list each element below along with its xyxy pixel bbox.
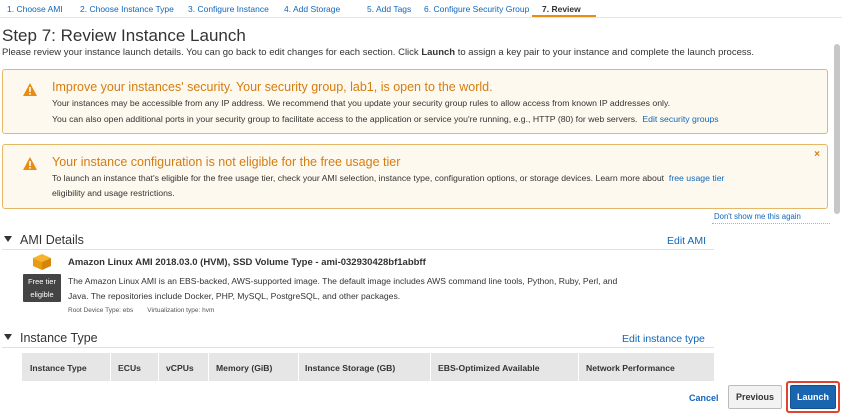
- security-warning-box: Improve your instances' security. Your s…: [2, 69, 828, 134]
- security-warning-line1: Your instances may be accessible from an…: [52, 98, 671, 108]
- previous-button[interactable]: Previous: [728, 385, 782, 409]
- cancel-link[interactable]: Cancel: [689, 393, 719, 403]
- tab-choose-instance-type[interactable]: 2. Choose Instance Type: [80, 4, 174, 14]
- column-header[interactable]: Instance Storage (GB): [305, 363, 395, 373]
- column-separator: [208, 353, 209, 381]
- virtualization-type: Virtualization type: hvm: [147, 307, 215, 314]
- column-header[interactable]: Memory (GiB): [216, 363, 272, 373]
- tab-add-storage[interactable]: 4. Add Storage: [284, 4, 340, 14]
- free-tier-badge-line1: Free tier: [28, 277, 56, 286]
- column-separator: [158, 353, 159, 381]
- close-icon[interactable]: ×: [814, 149, 820, 160]
- dont-show-divider: [712, 223, 830, 224]
- instance-type-heading-text: Instance Type: [20, 331, 98, 345]
- launch-button[interactable]: Launch: [790, 385, 836, 409]
- wizard-tabs: 1. Choose AMI 2. Choose Instance Type 3.…: [0, 0, 842, 18]
- column-separator: [298, 353, 299, 381]
- column-separator: [578, 353, 579, 381]
- column-header[interactable]: vCPUs: [166, 363, 194, 373]
- edit-instance-type-link[interactable]: Edit instance type: [622, 333, 705, 345]
- column-separator: [430, 353, 431, 381]
- page-desc-bold: Launch: [421, 47, 456, 58]
- column-header[interactable]: ECUs: [118, 363, 141, 373]
- security-warning-line2: You can also open additional ports in yo…: [52, 111, 719, 127]
- tab-add-tags[interactable]: 5. Add Tags: [367, 4, 411, 14]
- edit-ami-link[interactable]: Edit AMI: [667, 235, 706, 247]
- edit-security-groups-link[interactable]: Edit security groups: [642, 114, 718, 124]
- free-tier-badge: Free tier eligible: [23, 274, 61, 302]
- tab-choose-ami[interactable]: 1. Choose AMI: [7, 4, 63, 14]
- column-separator: [110, 353, 111, 381]
- section-divider: [2, 347, 714, 348]
- free-tier-warning-title: Your instance configuration is not eligi…: [52, 155, 401, 169]
- column-header[interactable]: EBS-Optimized Available: [438, 363, 540, 373]
- dont-show-again-link[interactable]: Don't show me this again: [714, 212, 801, 221]
- ami-description: The Amazon Linux AMI is an EBS-backed, A…: [68, 276, 618, 301]
- free-tier-warning-box: × Your instance configuration is not eli…: [2, 144, 828, 209]
- column-header[interactable]: Instance Type: [30, 363, 87, 373]
- caret-down-icon: [4, 236, 12, 242]
- security-warning-title: Improve your instances' security. Your s…: [52, 80, 493, 94]
- page-desc-text-end: to assign a key pair to your instance an…: [455, 47, 754, 58]
- security-warning-line2-text: You can also open additional ports in yo…: [52, 114, 638, 124]
- scrollbar[interactable]: [834, 44, 840, 214]
- tab-review[interactable]: 7. Review: [542, 4, 581, 14]
- free-tier-badge-line2: eligible: [30, 290, 54, 299]
- page-title: Step 7: Review Instance Launch: [2, 26, 246, 45]
- free-tier-warning-line2: eligibility and usage restrictions.: [52, 188, 175, 198]
- instance-type-heading[interactable]: Instance Type: [4, 331, 98, 345]
- ami-cube-icon: [33, 254, 51, 270]
- ami-meta: Root Device Type: ebs Virtualization type…: [68, 307, 228, 314]
- tabs-divider: [0, 17, 842, 18]
- action-bar: Cancel Previous Launch: [0, 381, 842, 414]
- ami-details-heading[interactable]: AMI Details: [4, 233, 84, 247]
- free-tier-warning-line1: To launch an instance that's eligible fo…: [52, 170, 724, 186]
- page-desc-text: Please review your instance launch detai…: [2, 47, 422, 58]
- ami-details-heading-text: AMI Details: [20, 233, 84, 247]
- free-usage-tier-link[interactable]: free usage tier: [669, 173, 725, 183]
- instance-type-table-header: Instance Type ECUs vCPUs Memory (GiB) In…: [22, 353, 714, 381]
- root-device-type: Root Device Type: ebs: [68, 307, 134, 314]
- ami-title: Amazon Linux AMI 2018.03.0 (HVM), SSD Vo…: [68, 257, 426, 268]
- warning-icon: [23, 83, 37, 96]
- column-header[interactable]: Network Performance: [586, 363, 675, 373]
- section-divider: [2, 249, 714, 250]
- tab-configure-instance[interactable]: 3. Configure Instance: [188, 4, 269, 14]
- warning-icon: [23, 157, 37, 170]
- page-description: Please review your instance launch detai…: [2, 47, 754, 58]
- tab-configure-security-group[interactable]: 6. Configure Security Group: [424, 4, 529, 14]
- caret-down-icon: [4, 334, 12, 340]
- free-tier-warning-line1-text: To launch an instance that's eligible fo…: [52, 173, 665, 183]
